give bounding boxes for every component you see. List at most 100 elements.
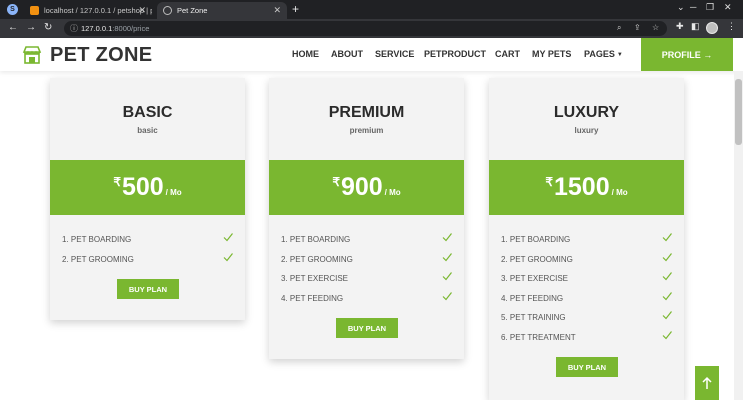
brand-name: PET ZONE (50, 43, 153, 66)
feature-item: 3. PET EXERCISE (501, 270, 672, 290)
reload-icon[interactable]: ↻ (44, 22, 52, 33)
feature-label: 1. PET BOARDING (281, 235, 351, 244)
close-window-icon[interactable]: ✕ (724, 2, 732, 13)
search-icon[interactable]: ⌕ (617, 23, 621, 33)
feature-item: 1. PET BOARDING (62, 231, 233, 251)
feature-item: 3. PET EXERCISE (281, 270, 452, 290)
extensions-icon[interactable]: ✚ (676, 21, 684, 32)
check-icon (223, 252, 233, 261)
feature-label: 1. PET BOARDING (62, 235, 132, 244)
profile-avatar[interactable] (706, 22, 718, 34)
plan-title: PREMIUM (328, 104, 405, 121)
phpmyadmin-favicon-icon (30, 6, 39, 15)
maximize-icon[interactable]: ❐ (706, 2, 714, 13)
buy-plan-button[interactable]: BUY PLAN (117, 279, 179, 299)
feature-label: 2. PET GROOMING (501, 254, 573, 264)
feature-label: 3. PET EXERCISE (281, 274, 348, 283)
arrow-up-icon (702, 376, 712, 389)
feature-item: 4. PET FEEDING (281, 290, 452, 310)
close-tab-icon[interactable]: ✕ (138, 5, 146, 16)
nav-pages-label: PAGES (584, 49, 615, 59)
plan-subtitle: basic (137, 126, 158, 135)
nav-pages[interactable]: PAGES ▼ (584, 49, 623, 59)
check-icon (442, 272, 452, 281)
price-band: ₹ 1500 / Mo (489, 160, 684, 215)
feature-item: 2. PET GROOMING (501, 251, 672, 271)
back-to-top-button[interactable] (695, 366, 719, 400)
forward-icon[interactable]: → (26, 22, 36, 33)
scrollbar-thumb[interactable] (735, 79, 742, 145)
tab-title: Pet Zone (177, 6, 208, 15)
browser-tabstrip: S localhost / 127.0.0.1 / petshop | p ✕ … (0, 0, 743, 19)
plan-card-premium: PREMIUM premium ₹ 900 / Mo 1. PET BOARDI… (269, 78, 464, 359)
price-period: / Mo (384, 188, 401, 197)
feature-list: 1. PET BOARDING 2. PET GROOMING (62, 231, 233, 270)
plan-price: 500 (121, 173, 164, 201)
brand-logo[interactable]: PET ZONE (22, 42, 152, 68)
price-band: ₹ 900 / Mo (269, 160, 464, 215)
new-tab-button[interactable]: + (292, 2, 299, 16)
nav-my-pets[interactable]: MY PETS (532, 49, 571, 59)
price-band: ₹ 500 / Mo (50, 160, 245, 215)
feature-item: 2. PET GROOMING (281, 251, 452, 271)
plan-subtitle: luxury (574, 126, 599, 135)
check-icon (223, 233, 233, 242)
feature-list: 1. PET BOARDING 2. PET GROOMING 3. PET EXE… (501, 231, 672, 348)
browser-profile-icon[interactable]: S (7, 4, 18, 15)
minimize-icon[interactable]: ─ (690, 2, 696, 12)
browser-toolbar: ← → ↻ ⓘ 127.0.0.1:8000/price ⌕ ⇪ ☆ ✚ ◧ ⋮ (0, 19, 743, 38)
back-icon[interactable]: ← (8, 22, 18, 33)
buy-plan-button[interactable]: BUY PLAN (336, 318, 398, 338)
share-icon[interactable]: ⇪ (634, 23, 641, 32)
check-icon (662, 252, 672, 261)
caret-down-icon: ▼ (616, 52, 623, 58)
check-icon (662, 233, 672, 242)
check-icon (662, 311, 672, 320)
check-icon (442, 233, 452, 242)
currency-symbol: ₹ (113, 174, 121, 189)
feature-label: 2. PET GROOMING (281, 254, 353, 264)
plan-card-basic: BASIC basic ₹ 500 / Mo 1. PET BOARDING 2.… (50, 78, 245, 320)
shop-icon (22, 46, 42, 64)
check-icon (662, 291, 672, 300)
feature-label: 4. PET FEEDING (281, 293, 344, 303)
currency-symbol: ₹ (332, 174, 340, 189)
check-icon (442, 291, 452, 300)
feature-label: 1. PET BOARDING (501, 235, 571, 244)
profile-button[interactable]: PROFILE → (641, 38, 733, 71)
tab-search-icon[interactable]: ⌄ (677, 2, 685, 13)
plan-title: BASIC (122, 104, 173, 121)
feature-item: 1. PET BOARDING (501, 231, 672, 251)
check-icon (442, 252, 452, 261)
check-icon (662, 330, 672, 339)
price-period: / Mo (611, 188, 628, 197)
feature-label: 2. PET GROOMING (62, 254, 134, 264)
nav-service[interactable]: SERVICE (375, 49, 414, 59)
plan-price: 1500 (554, 173, 610, 201)
nav-cart[interactable]: CART (495, 49, 520, 59)
nav-about[interactable]: ABOUT (331, 49, 363, 59)
plan-subtitle: premium (349, 126, 384, 135)
sidebar-icon[interactable]: ◧ (691, 21, 700, 32)
tab-phpmyadmin[interactable]: localhost / 127.0.0.1 / petshop | p ✕ (24, 2, 152, 19)
close-tab-icon[interactable]: ✕ (273, 5, 281, 16)
page-scrollbar[interactable] (734, 71, 743, 400)
plan-price: 900 (340, 173, 383, 201)
address-bar[interactable]: ⓘ 127.0.0.1:8000/price ⌕ ⇪ ☆ (64, 21, 667, 36)
tab-pet-zone[interactable]: Pet Zone ✕ (157, 2, 287, 19)
plan-card-luxury: LUXURY luxury ₹ 1500 / Mo 1. PET BOARDIN… (489, 78, 684, 400)
feature-item: 5. PET TRAINING (501, 309, 672, 329)
url-text[interactable]: 127.0.0.1:8000/price (81, 24, 149, 33)
star-icon[interactable]: ☆ (652, 23, 659, 32)
menu-icon[interactable]: ⋮ (727, 21, 736, 32)
nav-petproduct[interactable]: PETPRODUCT (424, 49, 486, 59)
site-info-icon[interactable]: ⓘ (70, 23, 78, 34)
feature-label: 5. PET TRAINING (501, 313, 566, 322)
globe-favicon-icon (163, 6, 172, 15)
site-navbar: PET ZONE HOME ABOUT SERVICE PETPRODUCT C… (0, 38, 743, 71)
feature-label: 4. PET FEEDING (501, 293, 564, 303)
nav-home[interactable]: HOME (292, 49, 319, 59)
feature-item: 2. PET GROOMING (62, 251, 233, 271)
feature-label: 3. PET EXERCISE (501, 274, 568, 283)
buy-plan-button[interactable]: BUY PLAN (556, 357, 618, 377)
